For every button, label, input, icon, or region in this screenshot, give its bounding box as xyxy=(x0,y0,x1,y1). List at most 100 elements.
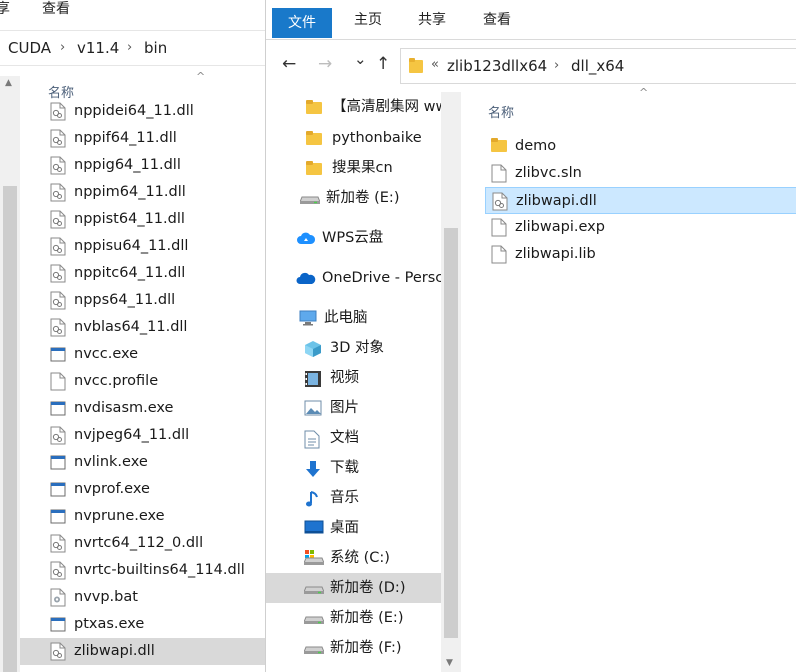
back-file-row[interactable]: nppisu64_11.dll xyxy=(20,233,270,260)
nav-pane-label: 音乐 xyxy=(330,490,359,506)
back-explorer-window: 享 查看 CUDA › v11.4 › bin ^ 名称 ▲ nppidei64… xyxy=(0,0,270,672)
content-file-row[interactable]: demo xyxy=(485,133,796,160)
back-scrollbar-thumb[interactable] xyxy=(3,186,17,672)
nav-pane-item[interactable]: 音乐 xyxy=(266,483,441,513)
back-file-row[interactable]: nppif64_11.dll xyxy=(20,125,270,152)
back-file-row[interactable]: nvjpeg64_11.dll xyxy=(20,422,270,449)
back-address-bar[interactable]: CUDA › v11.4 › bin xyxy=(0,30,270,66)
nav-pane-label: pythonbaike xyxy=(332,130,422,146)
back-file-row[interactable]: nvcc.profile xyxy=(20,368,270,395)
tab-home[interactable]: 主页 xyxy=(354,11,382,29)
nav-pane-item[interactable]: 新加卷 (D:) xyxy=(266,573,441,603)
dll-file-icon xyxy=(492,192,508,211)
address-bar[interactable]: « zlib123dllx64 › dll_x64 xyxy=(400,48,796,84)
recent-locations-icon[interactable]: ⌄ xyxy=(354,50,367,68)
back-file-name: nvprune.exe xyxy=(74,508,165,524)
back-file-row[interactable]: nvlink.exe xyxy=(20,449,270,476)
nav-pane-item[interactable]: pythonbaike xyxy=(266,123,441,153)
generic-file-icon xyxy=(491,245,507,264)
dll-file-icon xyxy=(50,561,66,580)
dll-file-icon xyxy=(50,642,66,661)
document-icon xyxy=(304,430,322,449)
nav-pane-item[interactable]: 视频 xyxy=(266,363,441,393)
generic-file-icon xyxy=(491,218,507,237)
back-file-row[interactable]: nvcc.exe xyxy=(20,341,270,368)
back-file-row[interactable]: nvrtc-builtins64_114.dll xyxy=(20,557,270,584)
nav-pane-item[interactable]: 搜果果cn xyxy=(266,153,441,183)
folder-icon xyxy=(306,99,324,117)
back-crumb-bin[interactable]: bin xyxy=(144,39,167,57)
crumb-dll-x64[interactable]: dll_x64 xyxy=(571,57,624,75)
back-arrow-icon[interactable]: ← xyxy=(282,54,296,74)
back-crumb-version[interactable]: v11.4 xyxy=(77,39,119,57)
crumb-zlib123dllx64[interactable]: zlib123dllx64 xyxy=(447,57,547,75)
back-file-row[interactable]: npps64_11.dll xyxy=(20,287,270,314)
back-file-row[interactable]: nppidei64_11.dll xyxy=(20,98,270,125)
nav-pane-item[interactable]: 此电脑 xyxy=(266,303,441,333)
forward-arrow-icon[interactable]: → xyxy=(318,54,332,74)
nav-pane-item[interactable]: 桌面 xyxy=(266,513,441,543)
nav-pane-scrollbar-thumb[interactable] xyxy=(444,228,458,638)
dll-file-icon xyxy=(50,129,66,148)
column-name-header[interactable]: 名称 xyxy=(488,102,514,121)
back-file-row[interactable]: nppig64_11.dll xyxy=(20,152,270,179)
back-file-row[interactable]: nvvp.bat xyxy=(20,584,270,611)
back-file-row[interactable]: nppim64_11.dll xyxy=(20,179,270,206)
nav-pane-item[interactable]: 图片 xyxy=(266,393,441,423)
back-file-row[interactable]: nvdisasm.exe xyxy=(20,395,270,422)
nav-pane-item[interactable]: 【高清剧集网 ww xyxy=(266,92,447,122)
scroll-up-icon[interactable]: ▲ xyxy=(5,78,12,88)
back-tab-view[interactable]: 查看 xyxy=(42,0,70,18)
nav-pane-item[interactable]: 文档 xyxy=(266,423,441,453)
file-content-pane: ^ 名称 demo zlibvc.sln zlibwapi.dll zlibwapi.… xyxy=(461,86,796,672)
video-icon xyxy=(304,370,322,388)
content-file-row[interactable]: zlibwapi.exp xyxy=(485,214,796,241)
sort-ascending-icon: ^ xyxy=(196,70,206,83)
content-file-row[interactable]: zlibvc.sln xyxy=(485,160,796,187)
content-file-row[interactable]: zlibwapi.dll xyxy=(485,187,796,214)
nav-pane-item[interactable]: 下载 xyxy=(266,453,441,483)
back-file-name: nvcc.profile xyxy=(74,373,159,389)
folder-icon xyxy=(491,137,507,156)
nav-pane-item[interactable]: 新加卷 (E:) xyxy=(266,603,441,633)
download-icon xyxy=(304,460,322,478)
back-file-name: nvdisasm.exe xyxy=(74,400,174,416)
back-file-row[interactable]: nppitc64_11.dll xyxy=(20,260,270,287)
back-file-row[interactable]: nvprof.exe xyxy=(20,476,270,503)
folder-icon xyxy=(306,160,324,178)
nav-pane-item[interactable]: 系统 (C:) xyxy=(266,543,441,573)
back-file-row[interactable]: nvrtc64_112_0.dll xyxy=(20,530,270,557)
dll-file-icon xyxy=(50,426,66,445)
nav-pane-item[interactable]: WPS云盘 xyxy=(266,223,441,253)
up-arrow-icon[interactable]: ↑ xyxy=(376,54,390,74)
dll-file-icon xyxy=(50,237,66,256)
tab-share[interactable]: 共享 xyxy=(418,11,446,29)
back-file-row[interactable]: nvblas64_11.dll xyxy=(20,314,270,341)
nav-pane-label: 新加卷 (E:) xyxy=(326,190,400,206)
nav-pane-item[interactable]: 3D 对象 xyxy=(266,333,441,363)
content-file-row[interactable]: zlibwapi.lib xyxy=(485,241,796,268)
back-crumb-cuda[interactable]: CUDA xyxy=(8,39,51,57)
content-file-name: zlibwapi.exp xyxy=(515,219,605,235)
nav-pane-item[interactable]: 新加卷 (F:) xyxy=(266,633,441,663)
chevron-right-icon[interactable]: › xyxy=(554,58,559,73)
nav-pane-scrollbar[interactable]: ▼ xyxy=(441,92,461,672)
drive-icon xyxy=(303,640,325,658)
chevron-right-icon[interactable]: › xyxy=(60,40,65,55)
tab-view[interactable]: 查看 xyxy=(483,11,511,29)
back-file-name: nvcc.exe xyxy=(74,346,139,362)
back-file-row[interactable]: zlibwapi.dll xyxy=(20,638,270,665)
back-file-row[interactable]: nppist64_11.dll xyxy=(20,206,270,233)
chevron-right-icon[interactable]: › xyxy=(127,40,132,55)
back-scrollbar[interactable]: ▲ xyxy=(0,76,20,672)
address-overflow-icon[interactable]: « xyxy=(431,57,439,72)
nav-pane-item[interactable]: OneDrive - Persc xyxy=(266,263,443,293)
nav-pane-item[interactable]: 新加卷 (E:) xyxy=(266,183,441,213)
tab-file[interactable]: 文件 xyxy=(272,8,332,38)
back-file-row[interactable]: ptxas.exe xyxy=(20,611,270,638)
nav-pane-label: 图片 xyxy=(330,400,359,416)
scroll-down-icon[interactable]: ▼ xyxy=(446,658,453,668)
back-tab-share[interactable]: 享 xyxy=(0,0,10,18)
nav-pane-label: 搜果果cn xyxy=(332,160,393,176)
back-file-row[interactable]: nvprune.exe xyxy=(20,503,270,530)
